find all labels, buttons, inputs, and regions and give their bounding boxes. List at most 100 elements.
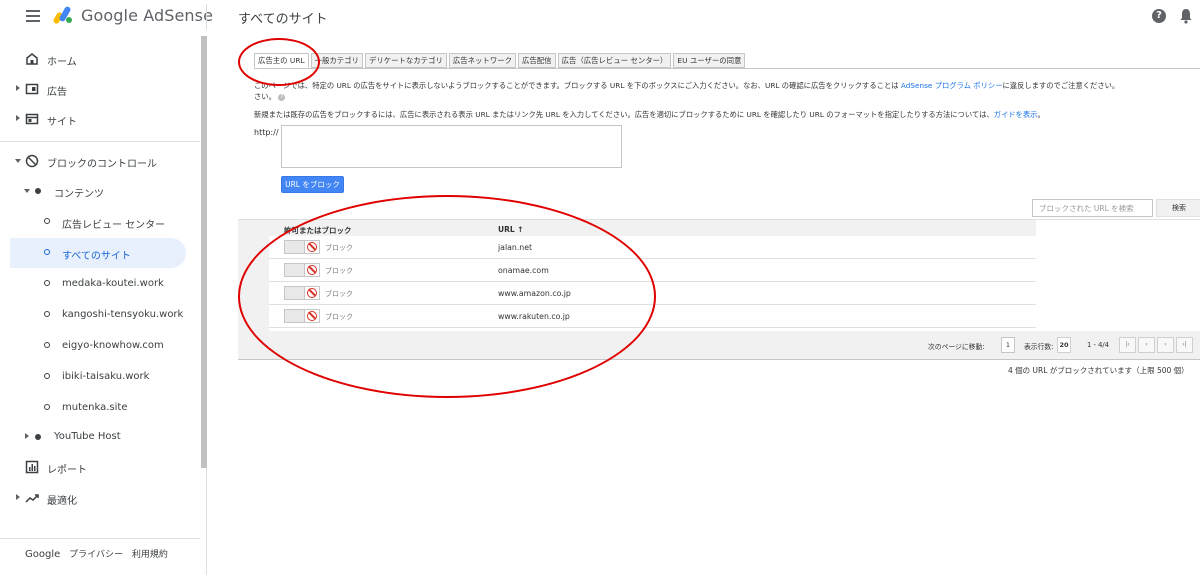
guide-link[interactable]: ガイドを表示 bbox=[994, 110, 1038, 119]
last-page-button[interactable]: ›| bbox=[1176, 337, 1193, 353]
sidebar-item-site[interactable]: mutenka.site bbox=[0, 393, 196, 423]
sidebar-item-label: medaka-koutei.work bbox=[62, 278, 164, 289]
table-row: ブロック onamae.com bbox=[269, 259, 1036, 282]
sidebar-item-label: 広告レビュー センター bbox=[62, 220, 166, 231]
sidebar-item-ad-review-center[interactable]: 広告レビュー センター bbox=[0, 207, 196, 237]
row-status: ブロック bbox=[325, 313, 353, 321]
sidebar-scrollbar[interactable] bbox=[201, 36, 207, 468]
allow-block-toggle[interactable] bbox=[284, 240, 320, 254]
column-header-url[interactable]: URL ↑ bbox=[498, 225, 524, 234]
tab-ad-serving[interactable]: 広告配信 bbox=[518, 53, 556, 68]
bullet-icon bbox=[44, 342, 50, 348]
page-range: 1 - 4/4 bbox=[1087, 341, 1110, 349]
tab-eu-user-consent[interactable]: EU ユーザーの同意 bbox=[673, 53, 746, 68]
expand-caret-icon bbox=[16, 494, 20, 500]
sidebar-item-reports[interactable]: レポート bbox=[0, 452, 196, 482]
sidebar-item-label: サイト bbox=[47, 117, 77, 128]
row-url: jalan.net bbox=[498, 243, 533, 252]
menu-icon[interactable] bbox=[26, 10, 40, 22]
row-status: ブロック bbox=[325, 267, 353, 275]
sidebar-item-all-sites[interactable]: すべてのサイト bbox=[10, 238, 186, 268]
sidebar-item-blocking-controls[interactable]: ブロックのコントロール bbox=[0, 146, 196, 176]
privacy-link[interactable]: プライバシー bbox=[69, 550, 123, 560]
home-icon bbox=[26, 53, 38, 65]
sidebar-item-site[interactable]: ibiki-taisaku.work bbox=[0, 362, 196, 392]
sidebar-item-label: すべてのサイト bbox=[62, 251, 131, 262]
url-input[interactable] bbox=[281, 125, 622, 168]
help-icon[interactable]: ? bbox=[1152, 9, 1166, 23]
url-prefix-label: http:// bbox=[254, 128, 279, 137]
search-blocked-url-input[interactable] bbox=[1032, 199, 1153, 217]
block-url-button[interactable]: URL をブロック bbox=[281, 176, 344, 193]
sites-icon bbox=[25, 113, 39, 125]
bullet-icon bbox=[44, 373, 50, 379]
sidebar-item-label: ibiki-taisaku.work bbox=[62, 371, 150, 382]
table-header bbox=[269, 220, 1036, 236]
page-number-input[interactable]: 1 bbox=[1001, 337, 1015, 353]
sidebar-item-site[interactable]: eigyo-knowhow.com bbox=[0, 331, 196, 361]
sidebar-item-label: eigyo-knowhow.com bbox=[62, 340, 164, 351]
sidebar-item-site[interactable]: kangoshi-tensyoku.work bbox=[0, 300, 196, 330]
bullet-icon bbox=[35, 188, 41, 194]
description-text: このページでは、特定の URL の広告をサイトに表示しないようブロックすることが… bbox=[254, 80, 1119, 91]
search-button[interactable]: 検索 bbox=[1156, 199, 1200, 217]
allow-block-toggle[interactable] bbox=[284, 263, 320, 277]
page-title: すべてのサイト bbox=[238, 12, 328, 27]
sidebar-item-label: ブロックのコントロール bbox=[47, 159, 157, 170]
bullet-icon bbox=[35, 434, 41, 440]
sidebar-item-label: 最適化 bbox=[47, 496, 77, 507]
next-page-button[interactable]: › bbox=[1157, 337, 1174, 353]
description-line: に違反しますのでご注意ください。 bbox=[1002, 81, 1120, 90]
blocked-count-summary: 4 個の URL がブロックされています（上限 500 個） bbox=[1008, 366, 1189, 375]
prev-page-button[interactable]: ‹ bbox=[1138, 337, 1155, 353]
sidebar-item-site[interactable]: medaka-koutei.work bbox=[0, 269, 196, 299]
expand-caret-icon bbox=[16, 115, 20, 121]
block-icon bbox=[307, 242, 317, 252]
sidebar-item-label: mutenka.site bbox=[62, 402, 128, 413]
divider bbox=[254, 68, 1200, 69]
table-row: ブロック www.rakuten.co.jp bbox=[269, 305, 1036, 328]
top-app-bar: Google AdSense すべてのサイト ? bbox=[0, 0, 1200, 36]
description-line: 。 bbox=[1037, 110, 1045, 119]
row-url: onamae.com bbox=[498, 266, 549, 275]
divider bbox=[206, 4, 207, 30]
tab-ad-networks[interactable]: 広告ネットワーク bbox=[448, 53, 516, 68]
adsense-logo-icon bbox=[53, 6, 72, 24]
description-text: 新規または既存の広告をブロックするには、広告に表示される表示 URL またはリン… bbox=[254, 109, 1045, 120]
sidebar-item-optimization[interactable]: 最適化 bbox=[0, 483, 196, 513]
sidebar-item-youtube-host[interactable]: YouTube Host bbox=[0, 422, 196, 452]
main-content: 広告主の URL 一般カテゴリ デリケートなカテゴリ 広告ネットワーク 広告配信… bbox=[238, 36, 1200, 575]
row-url: www.rakuten.co.jp bbox=[498, 312, 570, 321]
table-row: ブロック jalan.net bbox=[269, 236, 1036, 259]
allow-block-toggle[interactable] bbox=[284, 286, 320, 300]
column-header-status[interactable]: 許可またはブロック bbox=[284, 225, 352, 236]
tab-bar: 広告主の URL 一般カテゴリ デリケートなカテゴリ 広告ネットワーク 広告配信… bbox=[254, 53, 747, 69]
allow-block-toggle[interactable] bbox=[284, 309, 320, 323]
product-name[interactable]: Google AdSense bbox=[81, 6, 213, 25]
sidebar-item-label: 広告 bbox=[47, 87, 67, 98]
tab-sensitive-categories[interactable]: デリケートなカテゴリ bbox=[364, 53, 447, 68]
sidebar-item-label: kangoshi-tensyoku.work bbox=[62, 309, 184, 320]
block-icon bbox=[307, 288, 317, 298]
sidebar-item-ads[interactable]: 広告 bbox=[0, 74, 196, 104]
collapse-caret-icon bbox=[15, 159, 21, 163]
tab-ad-review-center[interactable]: 広告（広告レビュー センター） bbox=[557, 53, 672, 68]
tab-advertiser-url[interactable]: 広告主の URL bbox=[254, 53, 309, 68]
bullet-icon bbox=[44, 218, 50, 224]
terms-link[interactable]: 利用規約 bbox=[132, 550, 168, 560]
rows-per-page-select[interactable]: 20 bbox=[1057, 337, 1071, 353]
first-page-button[interactable]: |‹ bbox=[1119, 337, 1136, 353]
sidebar-item-sites[interactable]: サイト bbox=[0, 104, 196, 134]
tab-general-categories[interactable]: 一般カテゴリ bbox=[310, 53, 363, 68]
notification-bell-icon[interactable] bbox=[1179, 8, 1193, 24]
sidebar-item-content[interactable]: コンテンツ bbox=[0, 176, 196, 206]
row-status: ブロック bbox=[325, 244, 353, 252]
expand-caret-icon bbox=[16, 85, 20, 91]
sidebar-item-home[interactable]: ホーム bbox=[0, 44, 196, 74]
help-icon[interactable]: ? bbox=[278, 93, 286, 101]
goto-page-label: 次のページに移動: bbox=[928, 343, 985, 351]
block-icon bbox=[25, 154, 39, 168]
reports-icon bbox=[25, 460, 39, 474]
adsense-policy-link[interactable]: AdSense プログラム ポリシー bbox=[901, 81, 1003, 90]
footer-google: Google bbox=[25, 549, 61, 560]
